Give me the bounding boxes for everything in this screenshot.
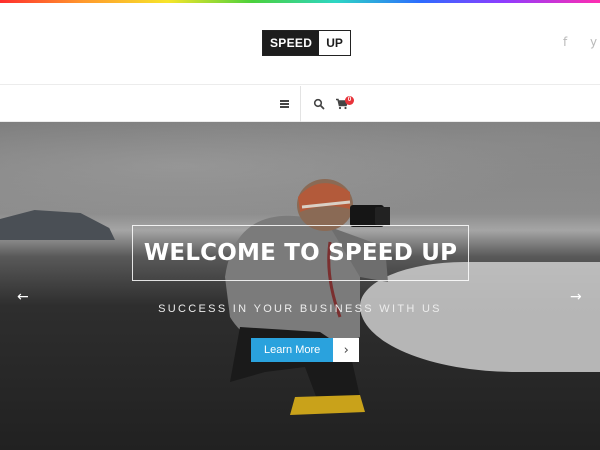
menu-icon[interactable] bbox=[280, 100, 289, 108]
photographer-figure bbox=[225, 179, 390, 415]
nav-divider bbox=[300, 86, 301, 122]
hero-subtitle: SUCCESS IN YOUR BUSINESS WITH US bbox=[158, 303, 442, 315]
learn-more-button[interactable]: Learn More › bbox=[251, 338, 360, 362]
hero-slider: ← → WELCOME TO SPEED UP SUCCESS IN YOUR … bbox=[0, 122, 600, 450]
search-icon[interactable] bbox=[313, 98, 325, 110]
main-nav bbox=[0, 86, 600, 122]
logo-text-up: UP bbox=[319, 31, 350, 55]
hero-title: WELCOME TO SPEED UP bbox=[143, 240, 458, 266]
logo-text-speed: SPEED bbox=[263, 31, 320, 55]
site-logo[interactable]: SPEED UP bbox=[262, 30, 351, 56]
cart-count-badge: 0 bbox=[345, 96, 354, 105]
hero-title-box: WELCOME TO SPEED UP bbox=[132, 225, 469, 281]
site-header: SPEED UP f y bbox=[0, 3, 600, 85]
learn-more-label[interactable]: Learn More bbox=[251, 338, 334, 362]
twitter-icon[interactable]: y bbox=[590, 35, 597, 49]
facebook-icon[interactable]: f bbox=[563, 35, 567, 49]
chevron-right-icon[interactable]: › bbox=[333, 338, 360, 362]
